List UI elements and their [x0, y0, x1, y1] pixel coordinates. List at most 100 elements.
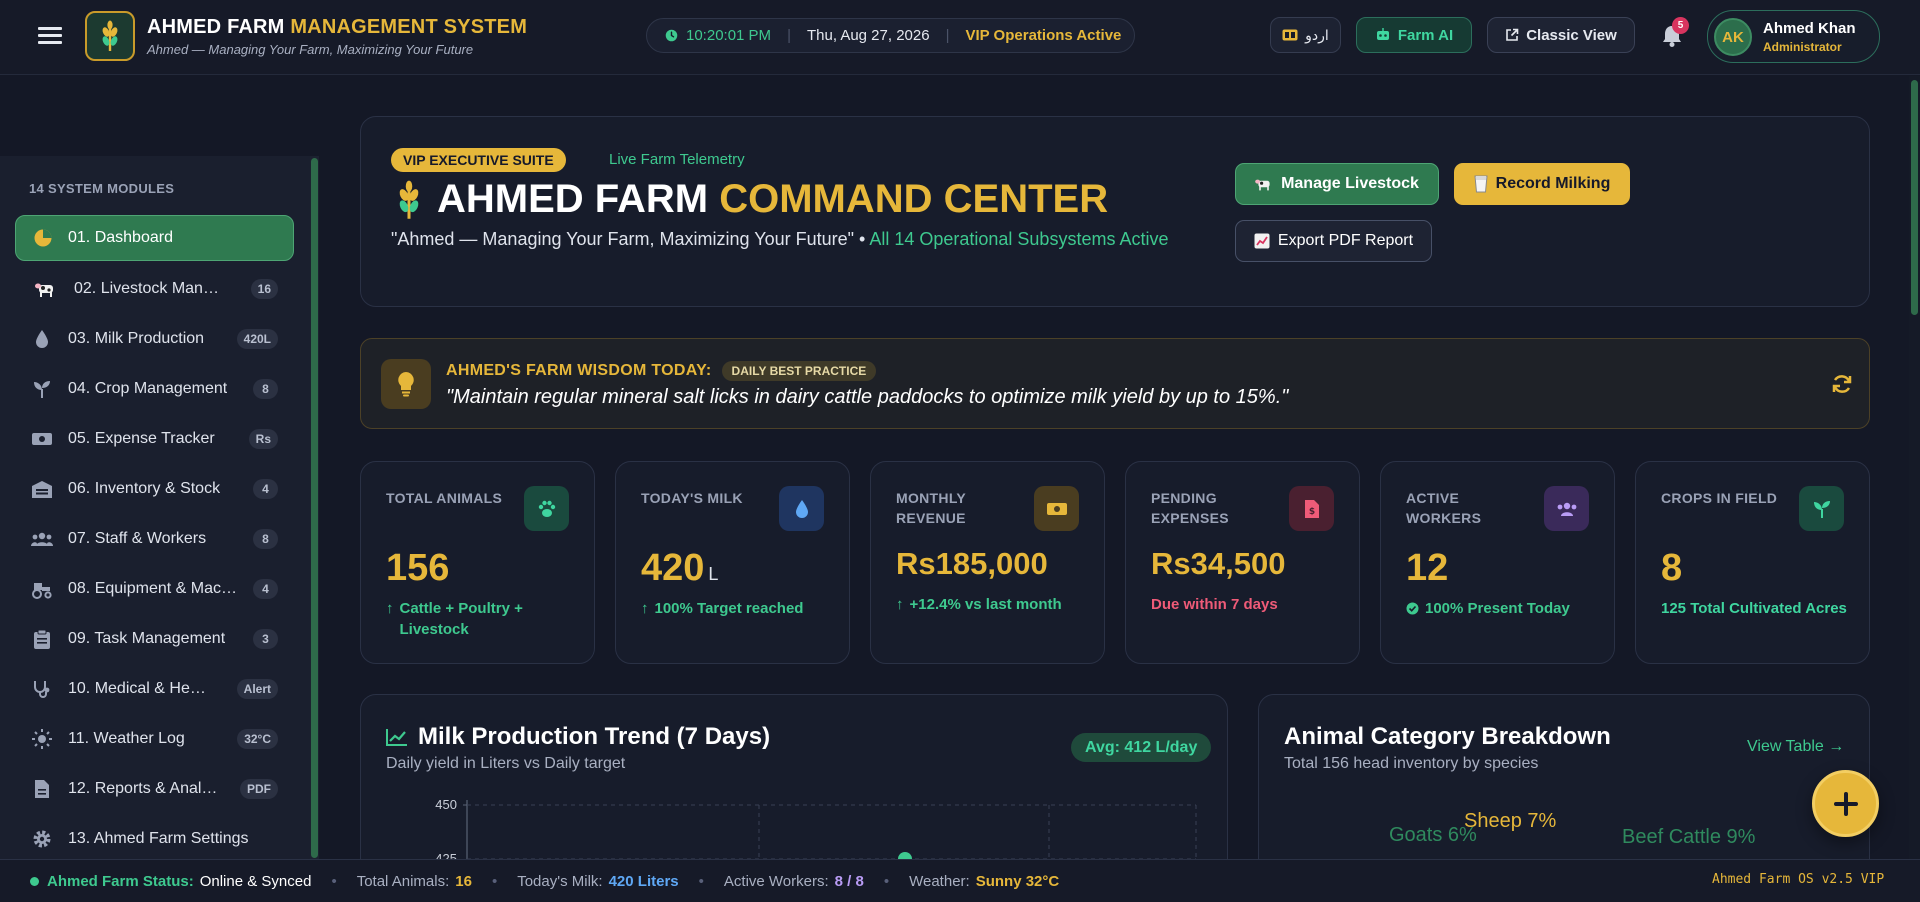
stat-label: TODAY'S MILK [641, 490, 743, 506]
sidebar-item-staff[interactable]: 07. Staff & Workers 8 [15, 516, 294, 562]
sidebar-item-badge: 16 [250, 279, 278, 299]
sidebar-item-livestock[interactable]: 02. Livestock Management 16 [15, 266, 294, 312]
sidebar-item-label: 06. Inventory & Stock [68, 480, 221, 497]
divider: | [787, 27, 791, 44]
sidebar-item-medical[interactable]: 10. Medical & Health Alert [15, 666, 294, 712]
invoice-icon: $ [1289, 486, 1334, 531]
wheat-icon [102, 20, 118, 51]
stat-unit: L [708, 564, 719, 584]
user-profile[interactable]: AK Ahmed Khan Administrator [1707, 10, 1880, 63]
users-icon [1544, 486, 1589, 531]
sidebar-scrollbar[interactable] [310, 156, 319, 859]
sidebar-item-badge: 420L [236, 329, 278, 349]
sidebar-item-crop-management[interactable]: 04. Crop Management 8 [15, 366, 294, 412]
farm-ai-button[interactable]: Farm AI [1356, 17, 1472, 53]
stat-value-number: 420 [641, 547, 705, 589]
divider: | [945, 27, 950, 44]
status-bar: Ahmed Farm Status: Online & Synced • Tot… [0, 859, 1920, 902]
app-title-accent: MANAGEMENT SYSTEM [290, 16, 528, 38]
users-icon [31, 528, 53, 550]
stat-note: Due within 7 days [1151, 596, 1278, 613]
sidebar-item-badge: 32°C [237, 729, 278, 749]
external-link-icon [1506, 28, 1519, 41]
sidebar-scroll-thumb[interactable] [311, 158, 318, 858]
avatar: AK [1714, 18, 1752, 56]
manage-livestock-label: Manage Livestock [1281, 175, 1419, 192]
stat-note-text: 100% Target reached [654, 600, 804, 617]
sidebar-item-settings[interactable]: 13. Ahmed Farm Settings [15, 816, 294, 862]
manage-livestock-button[interactable]: Manage Livestock [1235, 163, 1439, 205]
arrow-up-icon: ↑ [641, 600, 649, 617]
add-fab-button[interactable] [1812, 770, 1879, 837]
telemetry-label: Live Farm Telemetry [609, 151, 745, 168]
user-role: Administrator [1763, 40, 1842, 54]
view-table-link[interactable]: View Table → [1747, 738, 1844, 756]
check-circle-icon [1406, 602, 1419, 615]
export-pdf-button[interactable]: Export PDF Report [1235, 220, 1432, 262]
breakdown-subtitle: Total 156 head inventory by species [1284, 755, 1539, 772]
app-title: AHMED FARM MANAGEMENT SYSTEM [147, 16, 527, 39]
stat-card-crops-in-field: CROPS IN FIELD 8 125 Total Cultivated Ac… [1635, 461, 1870, 664]
animals-key: Total Animals: [356, 872, 450, 890]
sidebar-item-task-management[interactable]: 09. Task Management 3 [15, 616, 294, 662]
sidebar-item-label: 12. Reports & Analytics [68, 780, 221, 797]
sidebar-item-inventory[interactable]: 06. Inventory & Stock 4 [15, 466, 294, 512]
wisdom-title: AHMED'S FARM WISDOM TODAY: [446, 362, 712, 379]
refresh-icon[interactable] [1831, 373, 1853, 395]
cow-icon [35, 278, 57, 300]
weather-key: Weather: [909, 872, 970, 890]
record-milking-button[interactable]: Record Milking [1454, 163, 1630, 205]
classic-view-label: Classic View [1526, 26, 1617, 44]
sidebar-item-label: 04. Crop Management [68, 380, 228, 397]
stat-card-todays-milk: TODAY'S MILK 420 L ↑ 100% Target reached [615, 461, 850, 664]
main-scrollbar[interactable] [1909, 76, 1920, 859]
animals-value: 16 [455, 872, 472, 890]
stat-value: 12 [1406, 547, 1449, 589]
main-scroll-thumb[interactable] [1911, 80, 1918, 315]
stat-card-total-animals: TOTAL ANIMALS 156 ↑ Cattle + Poultry + L… [360, 461, 595, 664]
robot-icon [1376, 28, 1389, 40]
plus-icon [1833, 791, 1858, 816]
export-pdf-label: Export PDF Report [1277, 232, 1414, 249]
money-icon [31, 428, 53, 450]
separator: • [698, 872, 704, 890]
sidebar-item-label: 01. Dashboard [68, 229, 173, 246]
workers-key: Active Workers: [723, 872, 829, 890]
classic-view-button[interactable]: Classic View [1487, 17, 1635, 53]
stat-value: 8 [1661, 547, 1683, 589]
stat-note-text: +12.4% vs last month [909, 596, 1062, 613]
clipboard-icon [31, 628, 53, 650]
sidebar-item-milk-production[interactable]: 03. Milk Production 420L [15, 316, 294, 362]
top-header: AHMED FARM MANAGEMENT SYSTEM Ahmed — Man… [0, 0, 1920, 75]
sidebar-item-weather[interactable]: 11. Weather Log 32°C [15, 716, 294, 762]
breakdown-title: Animal Category Breakdown [1284, 723, 1611, 750]
hero-quote: "Ahmed — Managing Your Farm, Maximizing … [391, 227, 1181, 252]
pie-label-sheep: Sheep 7% [1464, 810, 1557, 832]
sidebar-item-equipment[interactable]: 08. Equipment & Machinery 4 [15, 566, 294, 612]
stat-label: PENDING EXPENSES [1151, 490, 1229, 526]
milk-value: 420 Liters [608, 872, 679, 890]
sidebar-item-badge: 8 [253, 529, 278, 549]
lightbulb-icon [381, 359, 431, 409]
sidebar-item-expense-tracker[interactable]: 05. Expense Tracker Rs [15, 416, 294, 462]
weather-value: Sunny 32°C [975, 872, 1060, 890]
page-title: AHMED FARM COMMAND CENTER [391, 177, 1108, 222]
record-milking-label: Record Milking [1495, 175, 1611, 192]
sidebar-item-reports[interactable]: 12. Reports & Analytics PDF [15, 766, 294, 812]
language-icon [1282, 29, 1298, 41]
app-title-main: AHMED FARM [147, 16, 285, 38]
sidebar-item-badge: 8 [253, 379, 278, 399]
notification-count-badge: 5 [1672, 17, 1689, 34]
menu-icon[interactable] [38, 24, 62, 48]
sidebar-item-dashboard[interactable]: 01. Dashboard [15, 215, 294, 261]
status-key: Ahmed Farm Status: [47, 872, 194, 890]
sidebar: 14 SYSTEM MODULES 01. Dashboard 02. Live… [0, 156, 310, 859]
sidebar-item-label: 09. Task Management [68, 630, 226, 647]
clock: 10:20:01 PM [665, 27, 771, 44]
stat-note: ↑ +12.4% vs last month [896, 594, 1091, 615]
stat-label: MONTHLY REVENUE [896, 490, 966, 526]
sidebar-item-label: 02. Livestock Management [74, 280, 227, 297]
paw-icon [524, 486, 569, 531]
urdu-language-button[interactable]: اردو [1270, 17, 1341, 53]
sidebar-item-label: 03. Milk Production [68, 330, 205, 347]
